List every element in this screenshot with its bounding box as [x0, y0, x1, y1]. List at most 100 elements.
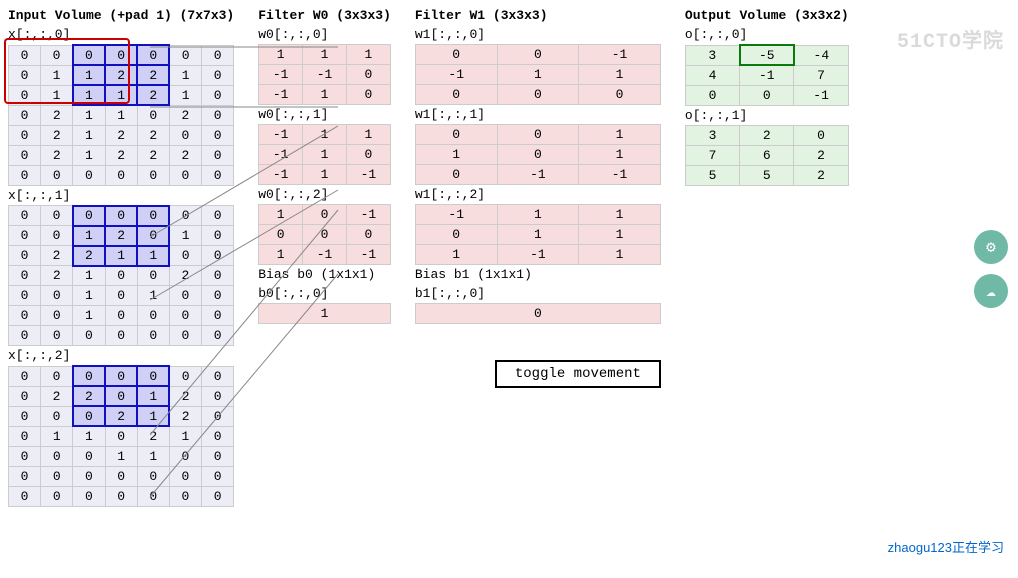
cell: 0 [303, 225, 347, 245]
cell: 0 [9, 406, 41, 426]
cell: 2 [137, 85, 169, 105]
cell: 0 [41, 466, 73, 486]
cell: 0 [137, 486, 169, 506]
cell: 0 [9, 105, 41, 125]
cell: 0 [202, 426, 234, 446]
cell: 0 [9, 206, 41, 226]
cell: 0 [137, 306, 169, 326]
cell: 0 [73, 406, 105, 426]
cell: 0 [202, 446, 234, 466]
filter-w1-title: Filter W1 (3x3x3) [415, 8, 661, 23]
cell: 0 [73, 366, 105, 386]
cell: 2 [169, 105, 201, 125]
cell: 2 [169, 266, 201, 286]
cell: 0 [41, 45, 73, 65]
cell: 1 [497, 225, 579, 245]
cell: 0 [41, 326, 73, 346]
cell: 2 [137, 426, 169, 446]
cell: 2 [41, 105, 73, 125]
cell: 0 [73, 326, 105, 346]
cell: 1 [73, 426, 105, 446]
cell: 2 [41, 266, 73, 286]
cell: -1 [415, 65, 497, 85]
cell: 0 [202, 486, 234, 506]
cell: 0 [794, 125, 848, 145]
slice-label: x[:,:,1] [8, 188, 234, 203]
cell: 0 [137, 165, 169, 185]
cell: 1 [497, 205, 579, 225]
cell: 4 [685, 65, 739, 85]
cell: 0 [579, 85, 661, 105]
cell: 0 [9, 366, 41, 386]
cell: 0 [137, 466, 169, 486]
cell: 2 [137, 145, 169, 165]
slice-label: w0[:,:,2] [258, 187, 391, 202]
cell: -1 [740, 65, 794, 85]
cell: 0 [169, 45, 201, 65]
cell: 0 [169, 206, 201, 226]
cell: 0 [202, 306, 234, 326]
cell: 1 [579, 225, 661, 245]
cell: -1 [497, 165, 579, 185]
toggle-movement-button[interactable]: toggle movement [495, 360, 661, 388]
cell: 1 [73, 105, 105, 125]
cell: 2 [794, 165, 848, 185]
cell: 2 [169, 145, 201, 165]
slice-label: w1[:,:,2] [415, 187, 661, 202]
cell: -1 [347, 165, 391, 185]
cell: 0 [202, 226, 234, 246]
cell: 0 [41, 165, 73, 185]
cell: 0 [415, 304, 660, 324]
cell: 1 [41, 85, 73, 105]
cell: 1 [73, 266, 105, 286]
cell: 0 [169, 446, 201, 466]
cloud-download-icon[interactable]: ☁ [974, 274, 1008, 308]
cell: 2 [41, 246, 73, 266]
cell: 0 [9, 165, 41, 185]
cell: 0 [137, 45, 169, 65]
cell: 0 [105, 165, 137, 185]
cell: 0 [9, 246, 41, 266]
cell: 0 [105, 366, 137, 386]
cell: -1 [415, 205, 497, 225]
cell: 1 [259, 205, 303, 225]
filter-w1-column: Filter W1 (3x3x3) w1[:,:,0]00-1-111000w1… [415, 8, 661, 388]
cell: 2 [105, 145, 137, 165]
cell: 2 [105, 406, 137, 426]
cell: 1 [579, 205, 661, 225]
cell: 0 [9, 426, 41, 446]
cell: -5 [740, 45, 794, 65]
settings-icon[interactable]: ⚙ [974, 230, 1008, 264]
cell: 1 [73, 306, 105, 326]
cell: 5 [685, 165, 739, 185]
cell: -1 [303, 245, 347, 265]
cell: 0 [105, 486, 137, 506]
cell: 1 [73, 286, 105, 306]
cell: -1 [579, 45, 661, 65]
cell: 0 [9, 446, 41, 466]
cell: 1 [137, 246, 169, 266]
cell: 0 [202, 65, 234, 85]
cell: 0 [105, 386, 137, 406]
cell: 1 [169, 85, 201, 105]
grid: 320762552 [685, 125, 849, 186]
cell: 0 [202, 206, 234, 226]
cell: 0 [685, 85, 739, 105]
cell: -1 [259, 145, 303, 165]
cell: 0 [169, 306, 201, 326]
cell: 7 [794, 65, 848, 85]
cell: -1 [259, 165, 303, 185]
cell: 0 [9, 326, 41, 346]
grid: -111-110-11-1 [258, 124, 391, 185]
cell: 1 [303, 165, 347, 185]
cell: 0 [137, 105, 169, 125]
cell: 2 [137, 65, 169, 85]
output-column: Output Volume (3x3x2) o[:,:,0]3-5-44-170… [685, 8, 849, 186]
grid: 0000000001201002211000210020001010000100… [8, 205, 234, 347]
cell: 0 [347, 145, 391, 165]
cell: 0 [9, 266, 41, 286]
bias-b0-title: Bias b0 (1x1x1) [258, 267, 391, 282]
cell: 0 [202, 145, 234, 165]
grid: 3-5-44-1700-1 [685, 44, 849, 106]
cell: 2 [105, 65, 137, 85]
